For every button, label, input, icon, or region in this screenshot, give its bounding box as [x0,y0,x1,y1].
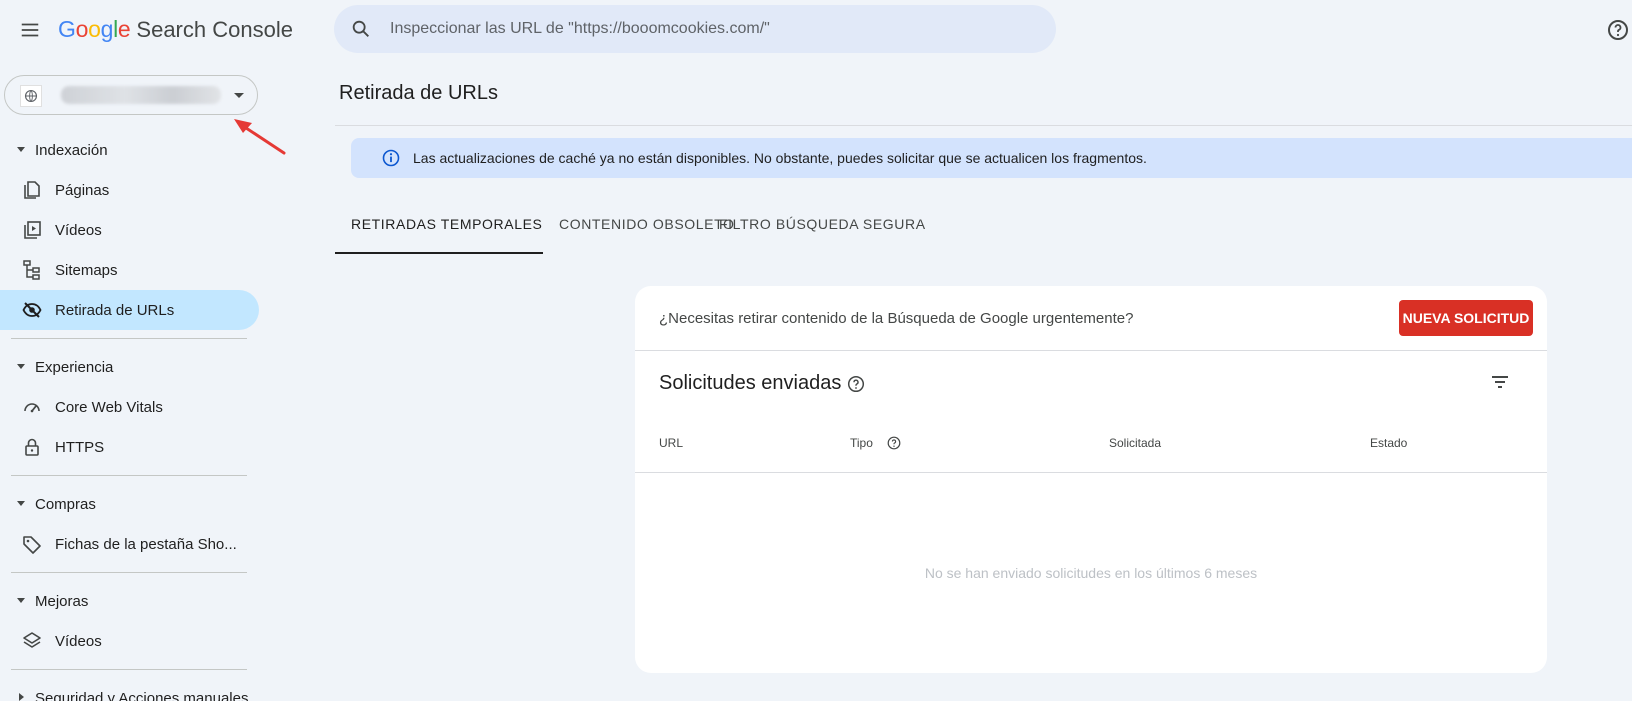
globe-icon [20,85,42,107]
caret-down-icon [17,364,25,369]
section-compras[interactable]: Compras [0,484,260,524]
help-icon[interactable] [887,436,901,450]
urgent-question: ¿Necesitas retirar contenido de la Búsqu… [659,310,1134,327]
sidebar-item-label: Vídeos [55,632,102,650]
logo-letter: G [58,16,76,42]
tab-retiradas-temporales[interactable]: RETIRADAS TEMPORALES [335,204,543,254]
caret-down-icon [17,147,25,152]
sidebar-item-label: Fichas de la pestaña Sho... [55,535,237,553]
info-icon [382,149,400,167]
new-request-button[interactable]: NUEVA SOLICITUD [1399,300,1533,336]
eye-off-icon [22,302,42,318]
speedometer-icon [24,403,40,413]
tag-icon [23,536,41,554]
lock-icon [25,438,39,456]
chevron-down-icon[interactable] [234,93,244,98]
section-mejoras[interactable]: Mejoras [0,581,260,621]
column-header-solicitada[interactable]: Solicitada [1109,436,1161,450]
sidebar-divider [11,338,247,339]
logo-letter: e [117,16,131,42]
section-label: Experiencia [35,358,114,376]
column-header-tipo[interactable]: Tipo [850,436,873,450]
sidebar-item-label: Retirada de URLs [55,301,175,319]
info-banner: Las actualizaciones de caché ya no están… [351,138,1632,178]
google-wordmark: Google [58,16,131,43]
tab-filtro-busqueda-segura[interactable]: FILTRO BÚSQUEDA SEGURA [703,204,942,254]
caret-right-icon [19,693,24,701]
section-label: Compras [35,495,96,513]
sidebar-item-label: Core Web Vitals [55,398,163,416]
section-label: Seguridad y Acciones manuales [35,689,249,701]
caret-down-icon [17,598,25,603]
sidebar-divider [11,572,247,573]
top-bar: Google Search Console [0,0,1632,60]
logo-letter: o [75,16,89,42]
sitemap-icon [23,260,40,280]
section-seguridad[interactable]: Seguridad y Acciones manuales [0,678,260,701]
url-inspect-search[interactable] [334,5,1056,53]
card-divider [635,350,1547,351]
help-icon[interactable] [847,375,865,393]
section-indexacion[interactable]: Indexación [0,130,260,170]
sidebar-item-retirada-urls[interactable]: Retirada de URLs [0,290,259,330]
sidebar-item-label: Páginas [55,181,110,199]
logo-letter: o [88,16,101,42]
section-label: Indexación [35,141,108,159]
search-input[interactable] [390,13,1030,45]
sidebar-divider [11,475,247,476]
blurred-property-name [61,86,221,104]
column-header-estado[interactable]: Estado [1370,436,1407,450]
sidebar-item-label: Sitemaps [55,261,118,279]
help-icon[interactable] [1606,18,1630,42]
title-divider [335,125,1632,126]
sidebar-item-label: HTTPS [55,438,105,456]
sidebar-item-core-web-vitals[interactable]: Core Web Vitals [0,387,259,427]
table-header-divider [635,472,1547,473]
column-header-url[interactable]: URL [659,436,683,450]
sidebar-item-fichas-shopping[interactable]: Fichas de la pestaña Sho... [0,524,259,564]
sidebar-item-label: Vídeos [55,221,102,239]
sidebar-divider [11,669,247,670]
sidebar-nav: Indexación Páginas Vídeos Sitemaps Retir… [0,130,260,701]
pages-icon [24,181,40,199]
sent-requests-title: Solicitudes enviadas [659,372,842,394]
sidebar-item-mejoras-videos[interactable]: Vídeos [0,621,259,661]
removals-card: ¿Necesitas retirar contenido de la Búsqu… [635,286,1547,673]
app-logo[interactable]: Google Search Console [58,16,293,43]
page-title: Retirada de URLs [339,82,498,104]
sidebar-item-sitemaps[interactable]: Sitemaps [0,250,259,290]
sidebar-item-videos[interactable]: Vídeos [0,210,259,250]
banner-text: Las actualizaciones de caché ya no están… [413,150,1147,166]
property-selector[interactable] [4,75,258,115]
section-label: Mejoras [35,592,89,610]
sidebar-item-https[interactable]: HTTPS [0,427,259,467]
section-experiencia[interactable]: Experiencia [0,347,260,387]
empty-state-message: No se han enviado solicitudes en los últ… [924,565,1258,581]
menu-icon[interactable] [19,19,41,41]
sidebar-item-paginas[interactable]: Páginas [0,170,259,210]
filter-icon[interactable] [1488,370,1512,394]
layers-icon [23,632,41,648]
logo-letter: g [100,16,114,42]
video-icon [24,221,41,239]
product-name: Search Console [136,17,293,42]
search-icon[interactable] [350,18,372,40]
caret-down-icon [17,501,25,506]
